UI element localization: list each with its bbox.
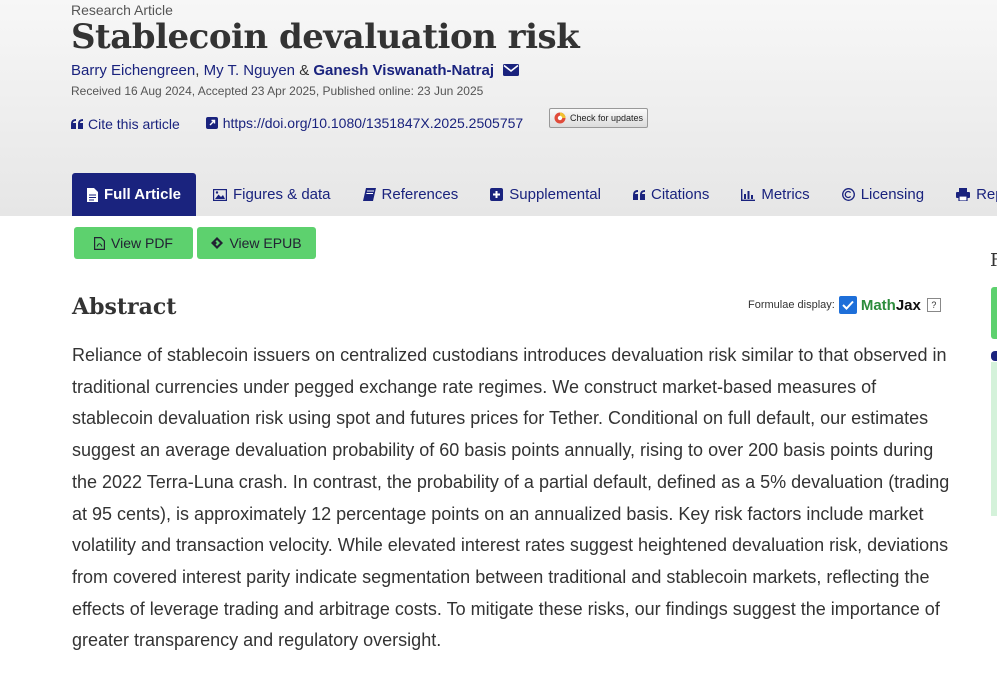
doi-text: https://doi.org/10.1080/1351847X.2025.25…	[222, 115, 524, 131]
print-icon	[956, 188, 971, 201]
tab-label: Full Article	[104, 186, 181, 203]
tab-full-article[interactable]: Full Article	[72, 173, 196, 216]
envelope-icon[interactable]	[503, 63, 520, 80]
article-type-label: Research Article	[71, 2, 173, 18]
tab-reprints[interactable]: Reprin	[940, 173, 997, 216]
bar-chart-icon	[741, 188, 756, 201]
tab-supplemental[interactable]: Supplemental	[474, 173, 617, 216]
article-title: Stablecoin devaluation risk	[71, 17, 580, 57]
crossmark-icon	[554, 112, 566, 124]
mathjax-logo: MathJax	[860, 296, 921, 314]
mathjax-help-button[interactable]: ?	[926, 298, 941, 312]
quote-icon	[71, 119, 83, 129]
cite-article-label: Cite this article	[88, 116, 180, 132]
plus-square-icon	[490, 188, 504, 201]
view-pdf-button[interactable]: View PDF	[74, 227, 193, 259]
author-link[interactable]: Barry Eichengreen	[71, 62, 195, 79]
view-epub-label: View EPUB	[229, 235, 302, 251]
sidebar-partial-button[interactable]	[991, 287, 997, 339]
publication-dates: Received 16 Aug 2024, Accepted 23 Apr 20…	[71, 84, 484, 98]
sidebar-partial-panel	[991, 362, 997, 516]
tab-metrics[interactable]: Metrics	[725, 173, 825, 216]
abstract-text: Reliance of stablecoin issuers on centra…	[72, 345, 950, 651]
quote-icon	[632, 189, 645, 200]
tab-licensing[interactable]: Licensing	[826, 173, 940, 216]
view-epub-button[interactable]: View EPUB	[197, 227, 316, 259]
sidebar-partial-heading: F	[990, 250, 997, 271]
check-icon	[842, 300, 854, 310]
corresponding-author-link[interactable]: Ganesh Viswanath-Natraj	[313, 62, 494, 79]
author-separator: &	[299, 62, 310, 79]
image-icon	[212, 188, 227, 201]
tab-label: Supplemental	[509, 186, 601, 203]
tab-label: Reprin	[976, 186, 997, 203]
tab-label: Citations	[650, 186, 710, 203]
tab-references[interactable]: References	[347, 173, 475, 216]
cite-article-link[interactable]: Cite this article	[71, 116, 180, 132]
epub-icon	[211, 237, 224, 249]
tab-label: References	[381, 186, 459, 203]
article-links: Cite this article https://doi.org/10.108…	[71, 115, 523, 132]
tab-label: Metrics	[761, 186, 810, 203]
view-pdf-label: View PDF	[111, 235, 173, 251]
copyright-icon	[841, 188, 855, 201]
author-separator: ,	[195, 62, 200, 79]
tab-label: Licensing	[860, 186, 925, 203]
tab-label: Figures & data	[232, 186, 331, 203]
doi-link[interactable]: https://doi.org/10.1080/1351847X.2025.25…	[205, 115, 524, 131]
author-list: Barry Eichengreen, My T. Nguyen & Ganesh…	[71, 62, 520, 80]
book-icon	[362, 188, 376, 201]
mathjax-checkbox[interactable]	[838, 296, 857, 314]
formulae-display-control: Formulae display: MathJax ?	[748, 296, 941, 314]
author-link[interactable]: My T. Nguyen	[204, 62, 295, 79]
tab-citations[interactable]: Citations	[617, 173, 725, 216]
abstract-heading: Abstract	[72, 294, 177, 320]
formulae-display-label: Formulae display:	[748, 299, 835, 311]
file-icon	[87, 187, 98, 202]
check-for-updates-button[interactable]: Check for updates	[549, 108, 648, 128]
pdf-file-icon	[94, 236, 105, 250]
sidebar-partial-badge	[991, 351, 997, 361]
tab-figures-data[interactable]: Figures & data	[196, 173, 347, 216]
external-link-icon	[205, 117, 218, 129]
check-for-updates-label: Check for updates	[569, 113, 644, 123]
article-tab-bar: Full Article Figures & data References S…	[72, 173, 997, 216]
